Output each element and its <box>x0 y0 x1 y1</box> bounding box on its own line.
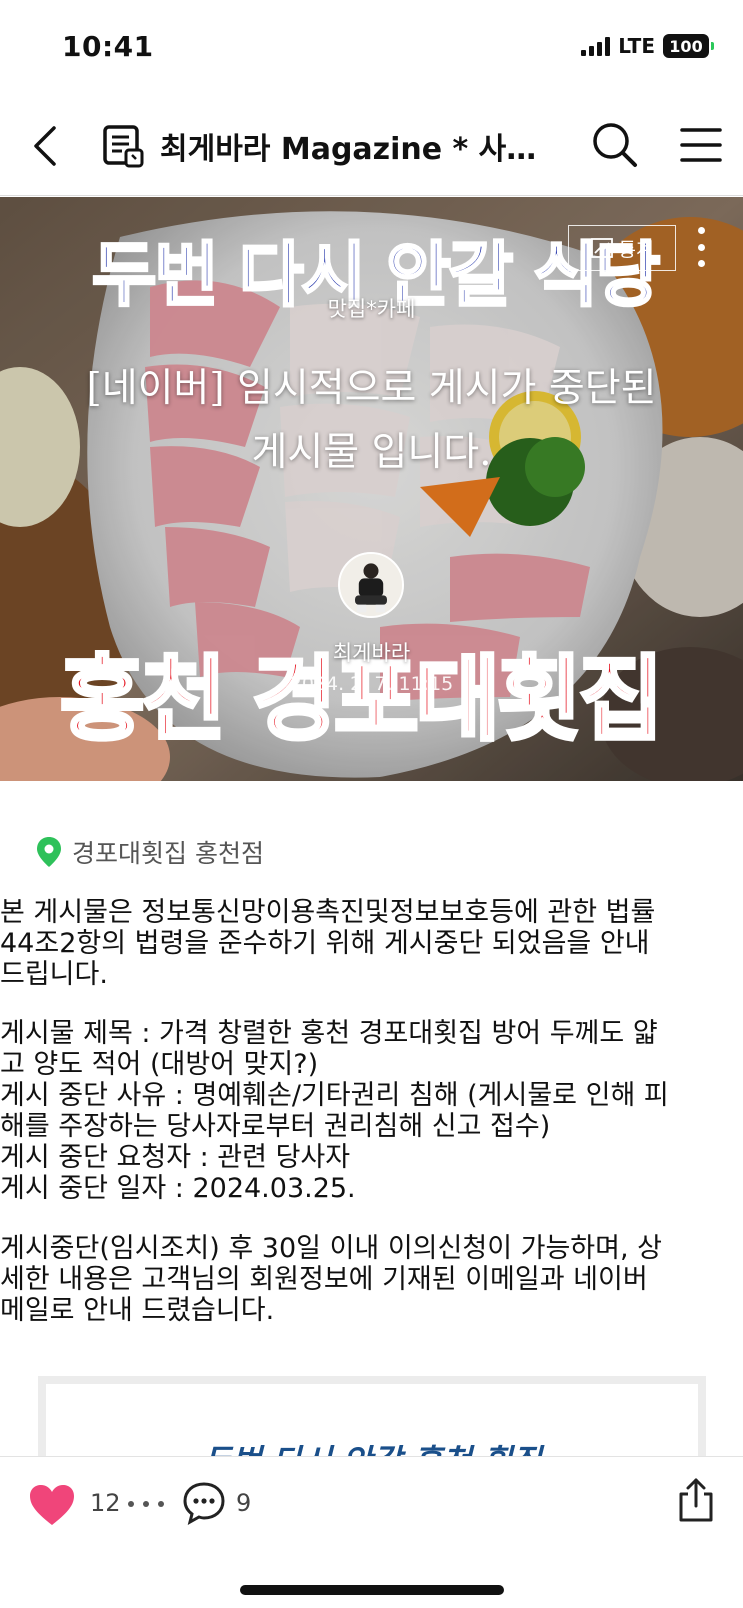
notice-paragraph-3: 게시중단(임시조치) 후 30일 이내 이의신청이 가능하며, 상 세한 내용은… <box>0 1233 743 1326</box>
battery-icon: 100 <box>663 34 714 58</box>
home-indicator[interactable] <box>240 1585 504 1595</box>
map-pin-icon <box>37 837 61 867</box>
text-line: 세한 내용은 고객님의 회원정보에 기재된 이메일과 네이버 <box>0 1264 648 1295</box>
comment-bubble-icon[interactable] <box>182 1481 226 1525</box>
post-date: 2024. 2. 7. 11:15 <box>289 673 454 695</box>
text-line: 본 게시물은 정보통신망이용촉진및정보보호등에 관한 법률 <box>0 897 656 928</box>
stats-label: 통계 <box>618 238 654 261</box>
share-icon[interactable] <box>676 1477 716 1523</box>
place-tag[interactable]: 경포대횟집 홍천점 <box>36 834 264 870</box>
top-navigation: 최게바라 Magazine * 사진 ... <box>0 100 743 196</box>
text-line: 44조2항의 법령을 준수하기 위해 게시중단 되었음을 안내 <box>0 928 650 959</box>
post-title-line-2: 게시물 입니다. <box>251 430 492 475</box>
page-title: 최게바라 Magazine * 사진 ... <box>160 132 550 167</box>
like-count: 12 <box>90 1489 121 1517</box>
quote-box: 두번 다시 안갈 홍천 횟집 <box>38 1376 706 1480</box>
magazine-document-icon <box>103 125 144 168</box>
author-avatar[interactable] <box>338 552 404 618</box>
post-cover: 두번 다시 안갈 식당 홍천 경포대횟집 통계 맛집*카페 [네이버] 임시적으… <box>0 197 743 781</box>
stats-button[interactable]: 통계 <box>568 225 676 271</box>
more-dots-icon[interactable] <box>128 1489 164 1519</box>
text-line: 게시 중단 사유 : 명예훼손/기타권리 침해 (게시물로 인해 피 <box>0 1080 669 1111</box>
more-options-icon[interactable] <box>688 227 714 267</box>
search-icon[interactable] <box>590 120 640 170</box>
back-arrow-icon[interactable] <box>22 120 74 172</box>
bottom-action-bar: 12 9 <box>0 1456 743 1608</box>
comment-count: 9 <box>236 1489 252 1517</box>
status-time: 10:41 <box>62 30 154 63</box>
text-line: 게시물 제목 : 가격 창렬한 홍천 경포대횟집 방어 두께도 얇 <box>0 1018 658 1049</box>
text-line: 드립니다. <box>0 959 108 990</box>
status-indicators: LTE 100 <box>581 34 714 58</box>
text-line: 게시 중단 일자 : 2024.03.25. <box>0 1173 356 1204</box>
hamburger-menu-icon[interactable] <box>678 122 724 168</box>
text-line: 메일로 안내 드렸습니다. <box>0 1295 275 1326</box>
notice-paragraph-2: 게시물 제목 : 가격 창렬한 홍천 경포대횟집 방어 두께도 얇 고 양도 적… <box>0 1018 743 1204</box>
status-bar: 10:41 LTE 100 <box>0 0 743 96</box>
text-line: 게시중단(임시조치) 후 30일 이내 이의신청이 가능하며, 상 <box>0 1233 662 1264</box>
network-type: LTE <box>618 34 655 58</box>
author-name[interactable]: 최게바라 <box>0 637 743 667</box>
text-line: 해를 주장하는 당사자로부터 권리침해 신고 접수) <box>0 1111 551 1142</box>
post-category[interactable]: 맛집*카페 <box>0 293 743 323</box>
notice-paragraph-1: 본 게시물은 정보통신망이용촉진및정보보호등에 관한 법률 44조2항의 법령을… <box>0 897 743 990</box>
place-name: 경포대횟집 홍천점 <box>72 839 264 868</box>
heart-icon[interactable] <box>28 1483 76 1527</box>
text-line: 게시 중단 요청자 : 관련 당사자 <box>0 1142 351 1173</box>
post-title: [네이버] 임시적으로 게시가 중단된 게시물 입니다. <box>30 357 713 485</box>
post-title-line-1: [네이버] 임시적으로 게시가 중단된 <box>86 366 657 411</box>
text-line: 고 양도 적어 (대방어 맞지?) <box>0 1049 319 1080</box>
stats-chart-icon <box>590 238 613 258</box>
cellular-signal-icon <box>581 36 611 56</box>
